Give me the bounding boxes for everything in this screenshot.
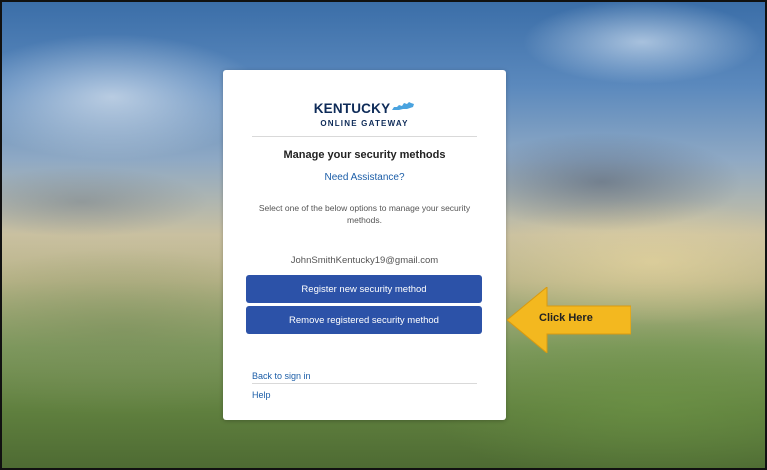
screenshot-frame: KENTUCKY ONLINE GATEWAY Manage your secu… bbox=[0, 0, 767, 470]
remove-security-method-button[interactable]: Remove registered security method bbox=[246, 306, 482, 334]
kentucky-online-gateway-logo: KENTUCKY ONLINE GATEWAY bbox=[223, 100, 506, 128]
back-to-sign-in-link[interactable]: Back to sign in bbox=[252, 371, 311, 381]
login-card: KENTUCKY ONLINE GATEWAY Manage your secu… bbox=[223, 70, 506, 420]
footer-divider bbox=[252, 383, 477, 384]
user-email: JohnSmithKentucky19@gmail.com bbox=[290, 255, 439, 266]
register-security-method-button[interactable]: Register new security method bbox=[246, 275, 482, 303]
kentucky-state-icon bbox=[392, 101, 415, 110]
need-assistance-link[interactable]: Need Assistance? bbox=[223, 172, 506, 183]
help-link[interactable]: Help bbox=[252, 390, 271, 400]
callout-label: Click Here bbox=[539, 312, 593, 324]
page-title: Manage your security methods bbox=[283, 149, 446, 161]
logo-subtitle: ONLINE GATEWAY bbox=[320, 119, 409, 128]
logo-wordmark: KENTUCKY bbox=[314, 101, 416, 117]
instructions-text: Select one of the below options to manag… bbox=[258, 203, 471, 225]
logo-main-text: KENTUCKY bbox=[313, 101, 391, 116]
header-divider bbox=[252, 136, 477, 137]
